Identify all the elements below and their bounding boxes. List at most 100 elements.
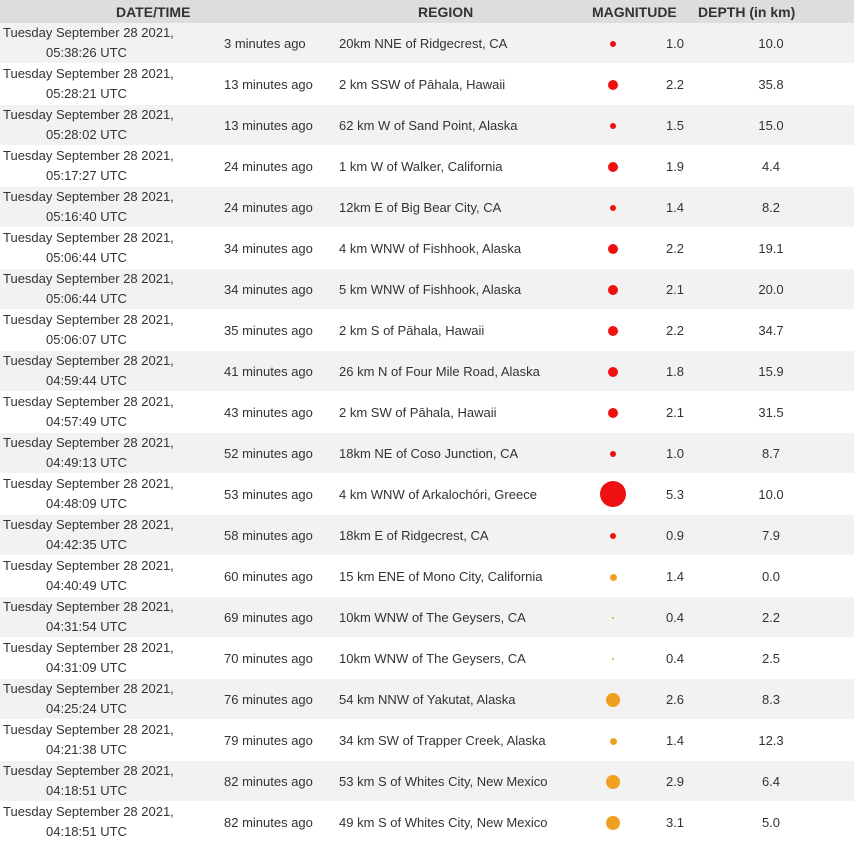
table-row[interactable]: Tuesday September 28 2021, 05:38:26 UTC 3 …: [0, 23, 854, 64]
magnitude-dot-icon: [606, 692, 620, 707]
time-text: 05:38:26 UTC: [46, 45, 127, 60]
table-row[interactable]: Tuesday September 28 2021, 05:06:07 UTC 35…: [0, 309, 854, 351]
magnitude-dot-icon: [606, 774, 620, 789]
table-row[interactable]: Tuesday September 28 2021, 05:28:21 UTC 13…: [0, 63, 854, 105]
table-row[interactable]: Tuesday September 28 2021, 04:59:44 UTC 41…: [0, 350, 854, 392]
depth-cell: 15.9: [688, 350, 854, 392]
magnitude-dot-cell: [564, 555, 662, 597]
datetime-cell: Tuesday September 28 2021, 05:38:26 UTC: [0, 23, 184, 64]
magnitude-dot-icon: [606, 815, 620, 830]
magnitude-dot-icon: [600, 481, 626, 507]
datetime-cell: Tuesday September 28 2021, 05:06:44 UTC: [0, 268, 184, 310]
datetime-cell: Tuesday September 28 2021, 04:31:09 UTC: [0, 637, 184, 679]
time-text: 04:25:24 UTC: [46, 701, 127, 716]
magnitude-cell: 0.4: [662, 596, 688, 638]
table-row[interactable]: Tuesday September 28 2021, 05:17:27 UTC 24…: [0, 145, 854, 187]
table-row[interactable]: Tuesday September 28 2021, 04:18:51 UTC 82…: [0, 760, 854, 802]
magnitude-cell: 1.0: [662, 23, 688, 64]
magnitude-cell: 1.0: [662, 432, 688, 474]
date-text: Tuesday September 28 2021,: [3, 558, 174, 573]
table-row[interactable]: Tuesday September 28 2021, 05:28:02 UTC 13…: [0, 104, 854, 146]
time-text: 04:21:38 UTC: [46, 742, 127, 757]
datetime-cell: Tuesday September 28 2021, 04:59:44 UTC: [0, 350, 184, 392]
magnitude-cell: 1.4: [662, 719, 688, 761]
depth-cell: 5.0: [688, 801, 854, 843]
time-text: 04:18:51 UTC: [46, 824, 127, 839]
depth-cell: 6.4: [688, 760, 854, 802]
date-text: Tuesday September 28 2021,: [3, 599, 174, 614]
header-magnitude[interactable]: MAGNITUDE: [564, 0, 688, 23]
table-row[interactable]: Tuesday September 28 2021, 04:18:51 UTC 82…: [0, 801, 854, 843]
magnitude-cell: 2.2: [662, 309, 688, 351]
table-row[interactable]: Tuesday September 28 2021, 04:40:49 UTC 60…: [0, 555, 854, 597]
depth-cell: 20.0: [688, 268, 854, 310]
depth-cell: 2.5: [688, 637, 854, 679]
region-cell: 53 km S of Whites City, New Mexico: [336, 760, 564, 802]
time-text: 05:06:07 UTC: [46, 332, 127, 347]
time-ago-cell: 52 minutes ago: [184, 432, 336, 474]
table-row[interactable]: Tuesday September 28 2021, 04:31:09 UTC 70…: [0, 637, 854, 679]
date-text: Tuesday September 28 2021,: [3, 312, 174, 327]
time-text: 04:59:44 UTC: [46, 373, 127, 388]
magnitude-cell: 1.5: [662, 104, 688, 146]
magnitude-dot-cell: [564, 596, 662, 638]
datetime-cell: Tuesday September 28 2021, 04:57:49 UTC: [0, 391, 184, 433]
header-region[interactable]: REGION: [336, 0, 564, 23]
table-row[interactable]: Tuesday September 28 2021, 04:42:35 UTC 58…: [0, 514, 854, 556]
region-cell: 15 km ENE of Mono City, California: [336, 555, 564, 597]
time-ago-cell: 34 minutes ago: [184, 227, 336, 269]
time-text: 04:48:09 UTC: [46, 496, 127, 511]
time-ago-cell: 53 minutes ago: [184, 473, 336, 515]
magnitude-cell: 3.1: [662, 801, 688, 843]
table-row[interactable]: Tuesday September 28 2021, 05:06:44 UTC 34…: [0, 227, 854, 269]
time-ago-cell: 13 minutes ago: [184, 104, 336, 146]
table-row[interactable]: Tuesday September 28 2021, 04:49:13 UTC 52…: [0, 432, 854, 474]
time-ago-cell: 3 minutes ago: [184, 23, 336, 64]
magnitude-dot-icon: [608, 367, 618, 378]
datetime-cell: Tuesday September 28 2021, 05:16:40 UTC: [0, 186, 184, 228]
table-row[interactable]: Tuesday September 28 2021, 04:21:38 UTC 79…: [0, 719, 854, 761]
magnitude-dot-icon: [608, 162, 618, 173]
region-cell: 1 km W of Walker, California: [336, 145, 564, 187]
datetime-cell: Tuesday September 28 2021, 05:28:02 UTC: [0, 104, 184, 146]
magnitude-cell: 2.1: [662, 268, 688, 310]
magnitude-dot-cell: [564, 719, 662, 761]
header-depth[interactable]: DEPTH (in km): [688, 0, 854, 23]
magnitude-dot-cell: [564, 637, 662, 679]
depth-cell: 12.3: [688, 719, 854, 761]
date-text: Tuesday September 28 2021,: [3, 148, 174, 163]
table-row[interactable]: Tuesday September 28 2021, 04:57:49 UTC 43…: [0, 391, 854, 433]
magnitude-dot-cell: [564, 145, 662, 187]
magnitude-cell: 0.4: [662, 637, 688, 679]
time-ago-cell: 82 minutes ago: [184, 801, 336, 843]
time-ago-cell: 58 minutes ago: [184, 514, 336, 556]
region-cell: 4 km WNW of Arkalochóri, Greece: [336, 473, 564, 515]
region-cell: 26 km N of Four Mile Road, Alaska: [336, 350, 564, 392]
date-text: Tuesday September 28 2021,: [3, 189, 174, 204]
magnitude-cell: 5.3: [662, 473, 688, 515]
time-text: 04:40:49 UTC: [46, 578, 127, 593]
datetime-cell: Tuesday September 28 2021, 04:18:51 UTC: [0, 760, 184, 802]
table-row[interactable]: Tuesday September 28 2021, 04:31:54 UTC 69…: [0, 596, 854, 638]
table-row[interactable]: Tuesday September 28 2021, 05:06:44 UTC 34…: [0, 268, 854, 310]
magnitude-dot-cell: [564, 391, 662, 433]
table-row[interactable]: Tuesday September 28 2021, 04:25:24 UTC 76…: [0, 678, 854, 720]
magnitude-dot-cell: [564, 514, 662, 556]
magnitude-dot-icon: [608, 285, 618, 296]
time-text: 04:49:13 UTC: [46, 455, 127, 470]
magnitude-cell: 1.4: [662, 555, 688, 597]
datetime-cell: Tuesday September 28 2021, 04:31:54 UTC: [0, 596, 184, 638]
magnitude-dot-cell: [564, 760, 662, 802]
date-text: Tuesday September 28 2021,: [3, 681, 174, 696]
header-datetime[interactable]: DATE/TIME: [0, 0, 336, 23]
magnitude-dot-cell: [564, 186, 662, 228]
depth-cell: 8.3: [688, 678, 854, 720]
magnitude-dot-cell: [564, 678, 662, 720]
table-row[interactable]: Tuesday September 28 2021, 04:48:09 UTC 53…: [0, 473, 854, 515]
depth-cell: 8.7: [688, 432, 854, 474]
depth-cell: 7.9: [688, 514, 854, 556]
magnitude-dot-icon: [608, 244, 618, 255]
table-row[interactable]: Tuesday September 28 2021, 05:16:40 UTC 24…: [0, 186, 854, 228]
magnitude-dot-icon: [608, 80, 618, 91]
time-text: 04:31:09 UTC: [46, 660, 127, 675]
